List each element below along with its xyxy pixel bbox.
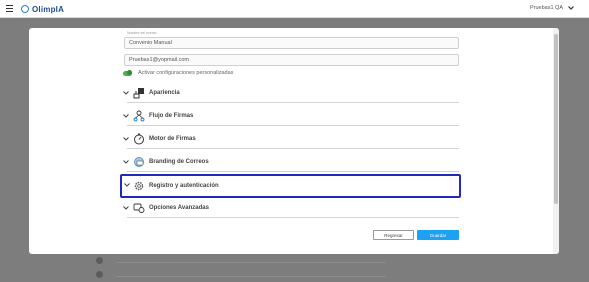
advanced-options-icon: [133, 203, 145, 213]
section-advanced-options[interactable]: Opciones Avanzadas: [121, 200, 459, 220]
signature-flow-icon: [133, 110, 145, 122]
section-label: Motor de Firmas: [149, 136, 196, 142]
section-appearance[interactable]: Apariencia: [121, 85, 459, 105]
section-label: Branding de Correos: [149, 159, 209, 165]
divider: [127, 171, 459, 172]
background-list-item: [96, 271, 386, 279]
appearance-icon: [133, 88, 144, 99]
chevron-down-icon: [123, 114, 129, 118]
signature-engine-icon: [134, 133, 144, 145]
section-email-branding[interactable]: Branding de Correos: [121, 154, 459, 174]
background-list-item: [96, 257, 386, 265]
save-button[interactable]: Guardar: [417, 230, 459, 240]
section-label: Flujo de Firmas: [149, 113, 194, 119]
section-label: Opciones Avanzadas: [149, 205, 209, 211]
chevron-down-icon: [123, 137, 129, 141]
back-button[interactable]: Regresar: [373, 230, 414, 240]
chevron-down-icon: [124, 183, 130, 187]
section-auth[interactable]: Registro y autenticación: [120, 174, 461, 198]
custom-config-toggle[interactable]: [123, 70, 132, 76]
logo-circle-icon: [21, 5, 29, 13]
section-label: Apariencia: [149, 90, 180, 96]
divider: [127, 102, 459, 103]
settings-modal: Nombre del evento Convenio Manual Prueba…: [29, 28, 559, 254]
app-logo[interactable]: OlimpIA: [21, 4, 64, 14]
custom-config-toggle-row: Activar configuraciones personalizadas: [123, 70, 233, 76]
divider: [127, 217, 459, 218]
hamburger-menu-icon[interactable]: [6, 5, 13, 12]
toggle-label: Activar configuraciones personalizadas: [138, 70, 234, 76]
chevron-down-icon[interactable]: [567, 4, 575, 12]
email-field[interactable]: Pruebas1@yopmail.com: [124, 54, 459, 66]
top-bar: OlimpIA Pruebas1 QA: [0, 0, 589, 18]
email-branding-icon: [134, 157, 144, 167]
divider: [127, 125, 459, 126]
chevron-down-icon: [123, 91, 129, 95]
user-name[interactable]: Pruebas1 QA: [530, 5, 563, 11]
section-label: Registro y autenticación: [149, 183, 219, 189]
divider: [127, 148, 459, 149]
scrollbar[interactable]: [553, 28, 559, 254]
section-signature-engine[interactable]: Motor de Firmas: [121, 131, 459, 151]
chevron-down-icon: [123, 206, 129, 210]
logo-text: OlimpIA: [32, 4, 65, 14]
section-signature-flow[interactable]: Flujo de Firmas: [121, 108, 459, 128]
scrollbar-thumb[interactable]: [554, 34, 558, 204]
name-field-label: Nombre del evento: [127, 31, 157, 35]
chevron-down-icon: [123, 160, 129, 164]
auth-gear-icon: [134, 181, 144, 191]
name-field[interactable]: Convenio Manual: [124, 37, 459, 49]
